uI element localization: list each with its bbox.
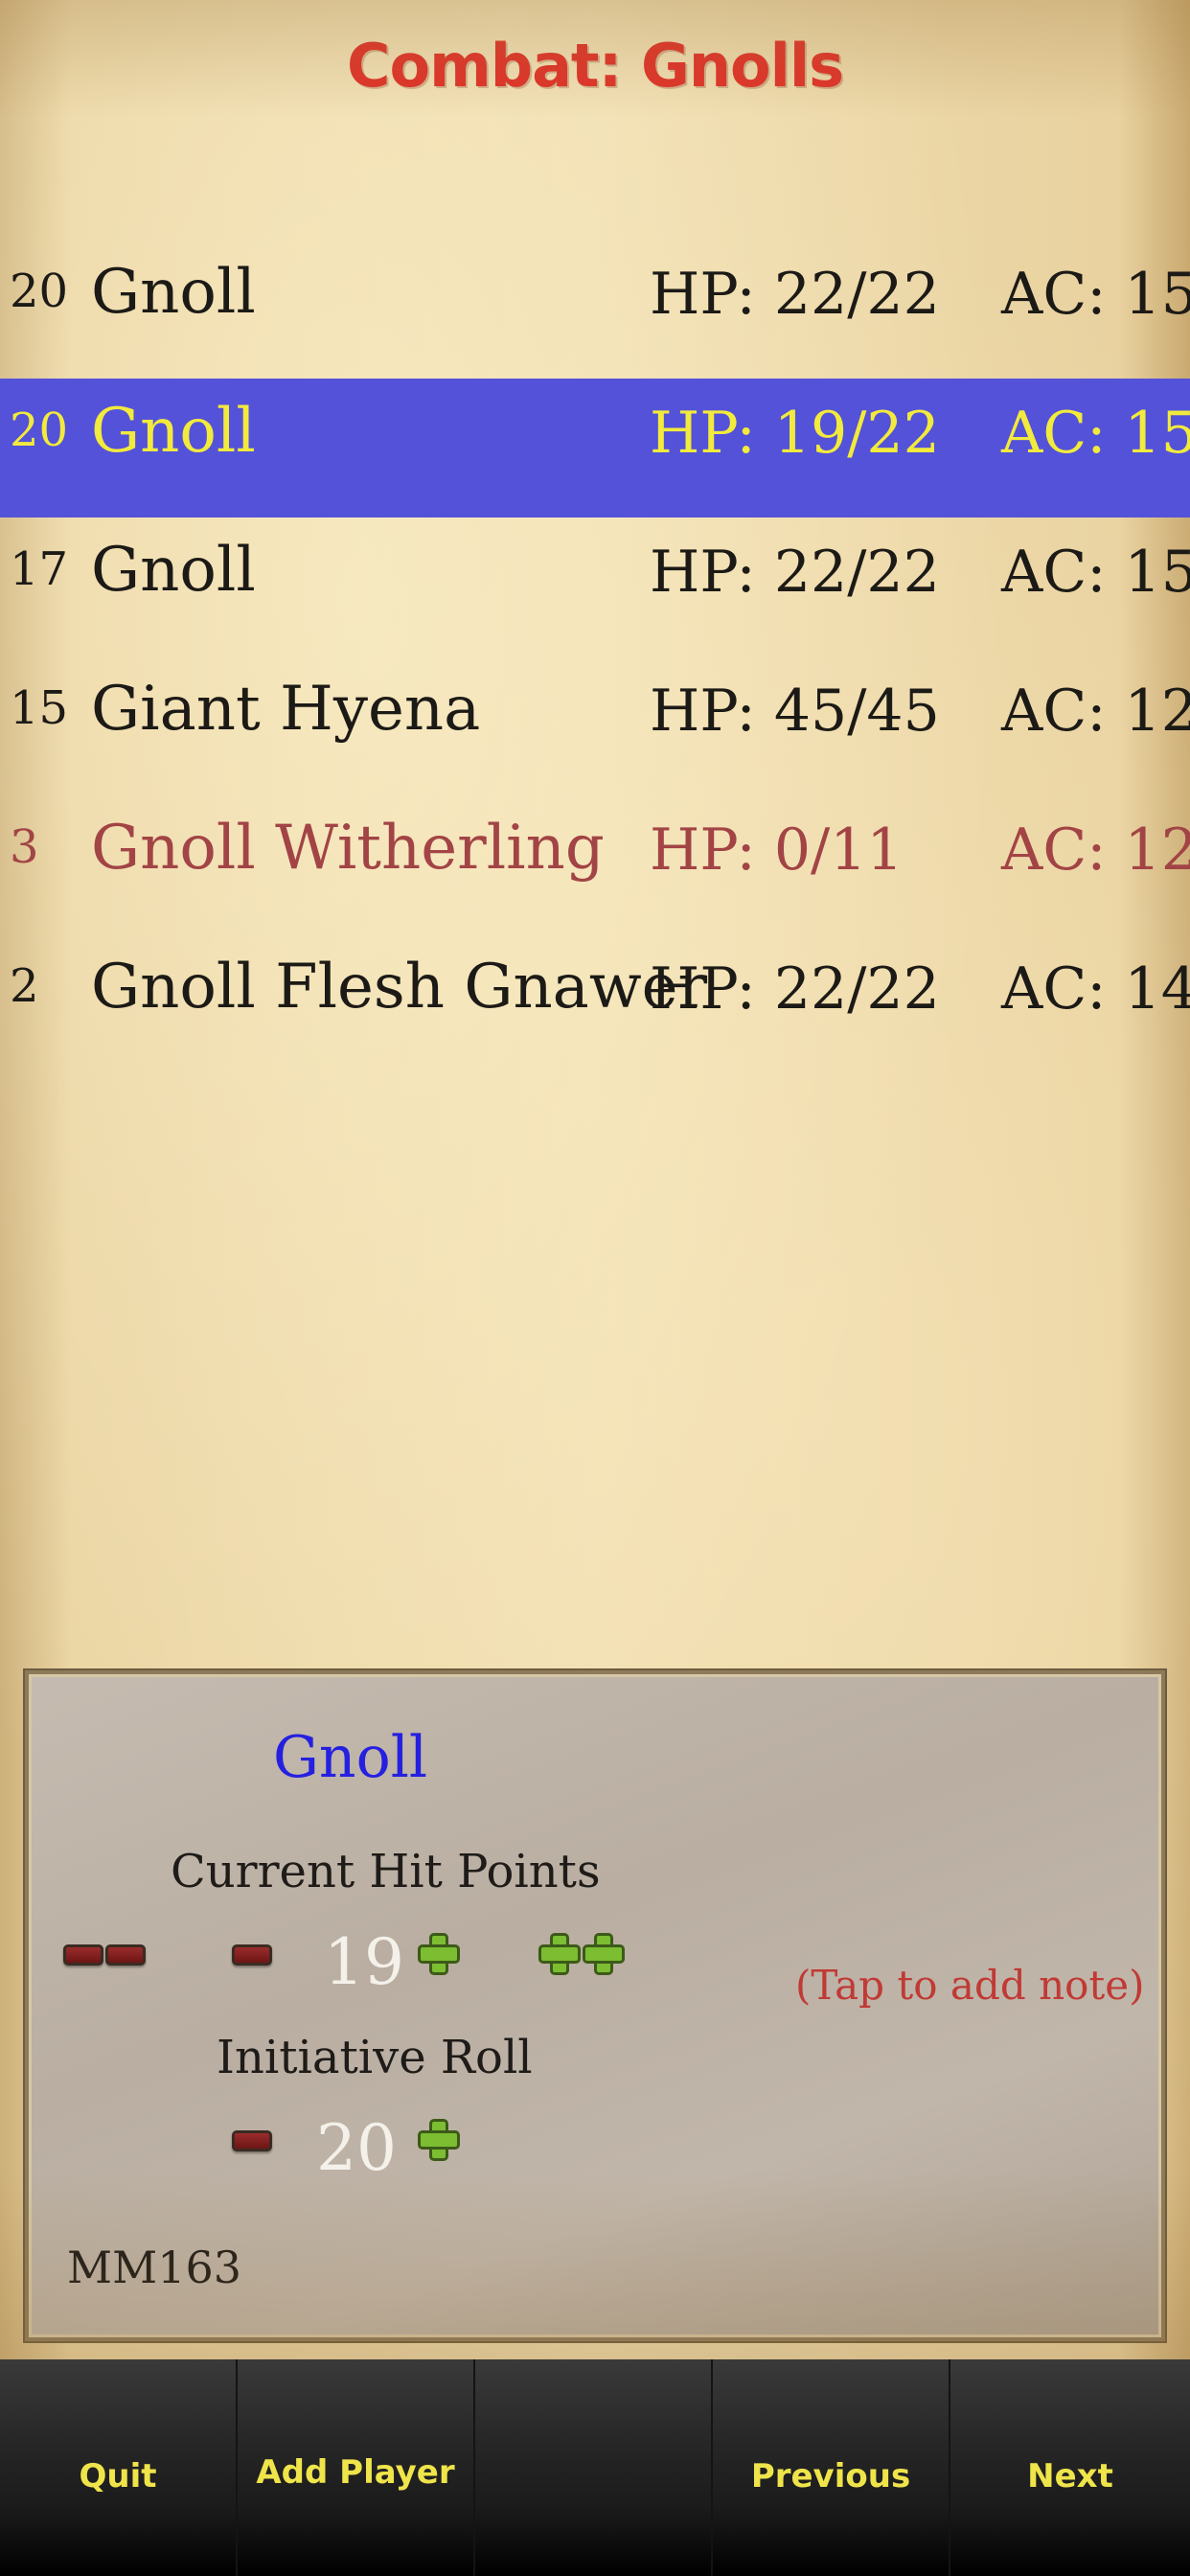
combatant-name: Gnoll [91,257,256,328]
detail-combatant-name: Gnoll [273,1724,428,1791]
combatant-initiative: 15 [10,681,69,735]
previous-label: Previous [750,2457,911,2496]
combatant-row[interactable]: 17 Gnoll HP: 22/22 AC: 15 [0,518,1190,656]
combatant-list: 20 Gnoll HP: 22/22 AC: 15 20 Gnoll HP: 1… [0,240,1190,1073]
plus-icon [583,1933,625,1975]
blank-toolbar-button[interactable] [475,2359,713,2576]
combatant-name: Gnoll [91,396,256,467]
page-title: Combat: Gnolls [347,31,844,101]
combatant-ac: AC: 15 [1001,400,1190,467]
combatant-initiative: 20 [10,264,69,318]
combatant-initiative: 2 [10,959,39,1013]
hp-increase-button[interactable] [418,1933,462,1975]
combatant-name: Gnoll Witherling [91,813,605,884]
quit-label: Quit [79,2457,157,2496]
hit-points-value[interactable]: 19 [324,1925,404,1999]
bottom-toolbar: Quit Add Player Previous Next [0,2359,1190,2576]
minus-icon [232,2130,272,2151]
add-player-label: Add Player [256,2453,455,2492]
combatant-initiative: 3 [10,820,39,874]
minus-icon [232,1944,272,1966]
initiative-label: Initiative Roll [217,2031,533,2084]
combatant-hp: HP: 0/11 [650,816,904,884]
combatant-ac: AC: 12 [1001,678,1190,745]
minus-icon [63,1944,103,1966]
combatant-row[interactable]: 15 Giant Hyena HP: 45/45 AC: 12 [0,656,1190,795]
plus-icon [538,1933,581,1975]
plus-icon [418,1933,460,1975]
combatant-row-downed[interactable]: 3 Gnoll Witherling HP: 0/11 AC: 12 [0,795,1190,934]
add-note-field[interactable]: (Tap to add note) [795,1962,1145,2009]
combatant-hp: HP: 22/22 [650,955,940,1023]
combatant-ac: AC: 15 [1001,539,1190,606]
next-button[interactable]: Next [950,2359,1190,2576]
combatant-ac: AC: 12 [1001,816,1190,884]
plus-icon [418,2119,460,2161]
hp-increase-large-button[interactable] [538,1933,627,1975]
initiative-decrease-button[interactable] [232,2130,274,2151]
combatant-hp: HP: 45/45 [650,678,940,745]
combatant-hp: HP: 22/22 [650,539,940,606]
add-player-button[interactable]: Add Player [238,2359,475,2576]
source-reference: MM163 [67,2242,242,2293]
combatant-hp: HP: 22/22 [650,261,940,328]
initiative-value[interactable]: 20 [316,2111,397,2185]
combatant-initiative: 17 [10,542,69,596]
hp-decrease-large-button[interactable] [63,1944,148,1966]
combatant-ac: AC: 14 [1001,955,1190,1023]
combatant-name: Gnoll [91,535,256,606]
combatant-initiative: 20 [10,403,69,457]
minus-icon [105,1944,146,1966]
combatant-row[interactable]: 20 Gnoll HP: 22/22 AC: 15 [0,240,1190,379]
combatant-hp: HP: 19/22 [650,400,940,467]
hp-decrease-button[interactable] [232,1944,274,1966]
combatant-row-selected[interactable]: 20 Gnoll HP: 19/22 AC: 15 [0,379,1190,518]
quit-button[interactable]: Quit [0,2359,238,2576]
combatant-name: Giant Hyena [91,674,481,745]
initiative-increase-button[interactable] [418,2119,462,2161]
combatant-name: Gnoll Flesh Gnawer [91,952,708,1023]
previous-button[interactable]: Previous [713,2359,950,2576]
combatant-row[interactable]: 2 Gnoll Flesh Gnawer HP: 22/22 AC: 14 [0,934,1190,1073]
combatant-ac: AC: 15 [1001,261,1190,328]
hit-points-label: Current Hit Points [171,1845,601,1898]
next-label: Next [1027,2457,1113,2496]
combatant-detail-panel: Gnoll Current Hit Points 19 (Tap to add … [25,1670,1165,2341]
parchment-background: Combat: Gnolls 20 Gnoll HP: 22/22 AC: 15… [0,0,1190,2359]
